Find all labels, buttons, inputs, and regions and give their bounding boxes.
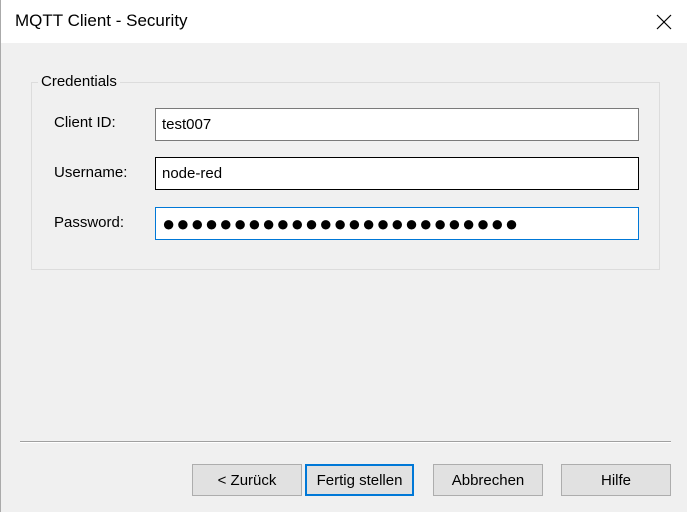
title-bar: MQTT Client - Security: [1, 0, 687, 43]
button-separator: [20, 441, 671, 443]
back-button[interactable]: < Zurück: [192, 464, 302, 496]
password-label: Password:: [54, 214, 125, 231]
close-button[interactable]: [641, 0, 687, 43]
close-icon: [656, 14, 672, 29]
help-button[interactable]: Hilfe: [561, 464, 671, 496]
credentials-group-label: Credentials: [38, 73, 120, 90]
password-input[interactable]: [155, 207, 639, 240]
window-title: MQTT Client - Security: [15, 11, 188, 30]
finish-button[interactable]: Fertig stellen: [305, 464, 414, 496]
dialog-window: MQTT Client - Security Credentials Clien…: [0, 0, 687, 512]
username-input[interactable]: [155, 157, 639, 190]
client-id-label: Client ID:: [54, 114, 116, 131]
cancel-button[interactable]: Abbrechen: [433, 464, 543, 496]
client-id-input[interactable]: [155, 108, 639, 141]
username-label: Username:: [54, 164, 128, 181]
